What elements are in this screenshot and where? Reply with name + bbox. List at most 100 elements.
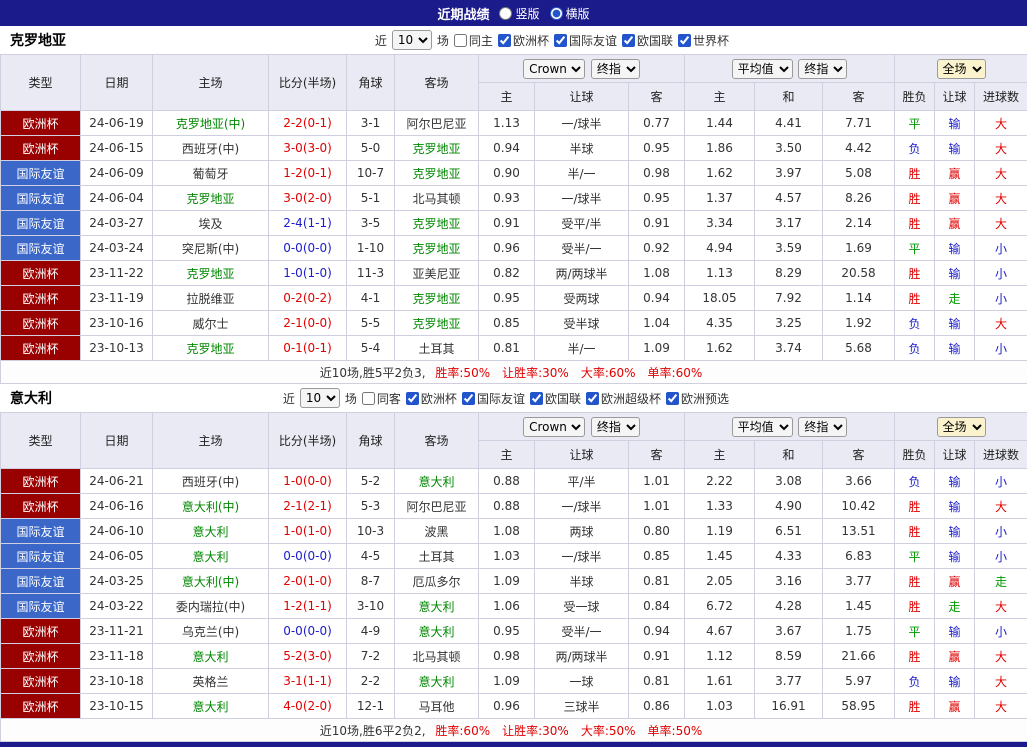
summary-stats: 胜率:60% 让胜率:30% 大率:50% 单率:50% [429, 724, 708, 738]
handicap-odds-home: 0.93 [478, 185, 535, 211]
handicap-line: 受半球 [534, 310, 629, 336]
league-checkbox[interactable]: 欧洲杯 [497, 32, 549, 49]
home-team: 英格兰 [152, 668, 269, 694]
away-team: 阿尔巴尼亚 [394, 110, 479, 136]
handicap-odds-away: 0.85 [627, 543, 686, 569]
corner-score: 5-1 [346, 185, 395, 211]
same-venue-checkbox[interactable]: 同主 [453, 32, 493, 49]
final-index-select-2[interactable]: 终指 [798, 58, 848, 79]
avg-odds-home: 3.34 [684, 210, 756, 236]
result-wdl: 胜 [894, 493, 936, 519]
away-team: 波黑 [394, 518, 479, 544]
bookmaker-header: Crown 终指 [477, 54, 686, 83]
same-venue-input[interactable] [361, 391, 375, 405]
league-checkbox[interactable]: 欧洲杯 [405, 390, 457, 407]
handicap-line: 受两球 [534, 285, 629, 311]
summary-prefix: 近10场,胜5平2负3, [319, 365, 426, 380]
vertical-radio[interactable] [499, 6, 513, 20]
away-team: 克罗地亚 [394, 235, 479, 261]
result-goals: 大 [974, 160, 1027, 186]
match-type: 欧洲杯 [0, 310, 81, 336]
league-checkbox[interactable]: 世界杯 [677, 32, 729, 49]
league-checkbox-input[interactable] [461, 391, 475, 405]
league-checkbox[interactable]: 欧国联 [621, 32, 673, 49]
handicap-odds-home: 0.81 [478, 335, 535, 361]
avg-odds-draw: 4.57 [754, 185, 824, 211]
score: 1-0(1-0) [268, 518, 347, 544]
handicap-odds-home: 0.96 [478, 235, 535, 261]
league-checkbox[interactable]: 欧洲预选 [665, 390, 729, 407]
average-select[interactable]: 平均值 [731, 58, 793, 79]
handicap-line: 半球 [534, 135, 629, 161]
match-row: 欧洲杯 24-06-16 意大利(中) 2-1(2-1) 5-3 阿尔巴尼亚 0… [0, 493, 1027, 519]
league-checkbox-input[interactable] [529, 391, 543, 405]
same-venue-checkbox[interactable]: 同客 [361, 390, 401, 407]
home-team: 葡萄牙 [152, 160, 269, 186]
match-date: 24-06-16 [80, 493, 153, 519]
handicap-odds-home: 0.82 [478, 260, 535, 286]
result-wdl: 负 [894, 310, 936, 336]
avg-odds-away: 8.26 [822, 185, 896, 211]
match-count-select[interactable]: 10 [391, 30, 432, 50]
col-header-avg-home: 主 [684, 440, 756, 469]
home-team: 意大利 [152, 543, 269, 569]
vertical-radio-label: 竖版 [515, 6, 540, 21]
col-header-type: 类型 [0, 412, 81, 469]
league-checkbox[interactable]: 国际友谊 [553, 32, 617, 49]
avg-odds-draw: 3.50 [754, 135, 824, 161]
result-wdl: 胜 [894, 643, 936, 669]
same-venue-input[interactable] [453, 33, 467, 47]
handicap-odds-home: 0.94 [478, 135, 535, 161]
horizontal-radio[interactable] [549, 6, 563, 20]
avg-odds-home: 2.22 [684, 468, 756, 494]
full-match-select[interactable]: 全场 [936, 58, 986, 79]
result-handicap: 输 [934, 668, 976, 694]
final-index-select-2[interactable]: 终指 [798, 416, 848, 437]
result-goals: 小 [974, 335, 1027, 361]
summary-stat: 大率:50% [580, 723, 636, 738]
league-checkbox[interactable]: 国际友谊 [461, 390, 525, 407]
match-count-select[interactable]: 10 [299, 388, 340, 408]
league-checkbox-input[interactable] [621, 33, 635, 47]
league-checkbox-input[interactable] [553, 33, 567, 47]
league-checkbox-input[interactable] [665, 391, 679, 405]
score: 0-0(0-0) [268, 618, 347, 644]
full-match-select[interactable]: 全场 [936, 416, 986, 437]
avg-odds-away: 21.66 [822, 643, 896, 669]
result-goals: 小 [974, 468, 1027, 494]
handicap-line: 平/半 [534, 468, 629, 494]
average-header: 平均值 终指 [684, 54, 896, 83]
handicap-line: 一/球半 [534, 543, 629, 569]
league-checkbox-input[interactable] [585, 391, 599, 405]
league-checkbox[interactable]: 欧国联 [529, 390, 581, 407]
full-match-header: 全场 [894, 412, 1027, 441]
bookmaker-select[interactable]: Crown [523, 58, 586, 79]
average-select[interactable]: 平均值 [731, 416, 793, 437]
col-header-odds-away: 客 [627, 440, 686, 469]
avg-odds-home: 4.94 [684, 235, 756, 261]
corner-score: 1-10 [346, 235, 395, 261]
handicap-odds-away: 1.04 [627, 310, 686, 336]
league-checkbox-input[interactable] [405, 391, 419, 405]
corner-score: 4-5 [346, 543, 395, 569]
match-type: 欧洲杯 [0, 335, 81, 361]
bookmaker-select[interactable]: Crown [523, 416, 586, 437]
avg-odds-home: 1.44 [684, 110, 756, 136]
handicap-odds-home: 1.13 [478, 110, 535, 136]
layout-option-horizontal[interactable]: 横版 [549, 5, 590, 22]
final-index-select[interactable]: 终指 [590, 416, 640, 437]
away-team: 北马其顿 [394, 185, 479, 211]
corner-score: 10-3 [346, 518, 395, 544]
final-index-select[interactable]: 终指 [590, 58, 640, 79]
avg-odds-home: 1.45 [684, 543, 756, 569]
handicap-line: 受平/半 [534, 210, 629, 236]
league-checkbox-input[interactable] [677, 33, 691, 47]
col-header-odds-handicap: 让球 [534, 82, 629, 111]
avg-odds-away: 5.97 [822, 668, 896, 694]
result-handicap: 输 [934, 110, 976, 136]
league-checkbox[interactable]: 欧洲超级杯 [585, 390, 661, 407]
col-header-result-handicap: 让球 [934, 440, 976, 469]
layout-option-vertical[interactable]: 竖版 [499, 5, 540, 22]
league-checkbox-input[interactable] [497, 33, 511, 47]
avg-odds-away: 58.95 [822, 693, 896, 719]
